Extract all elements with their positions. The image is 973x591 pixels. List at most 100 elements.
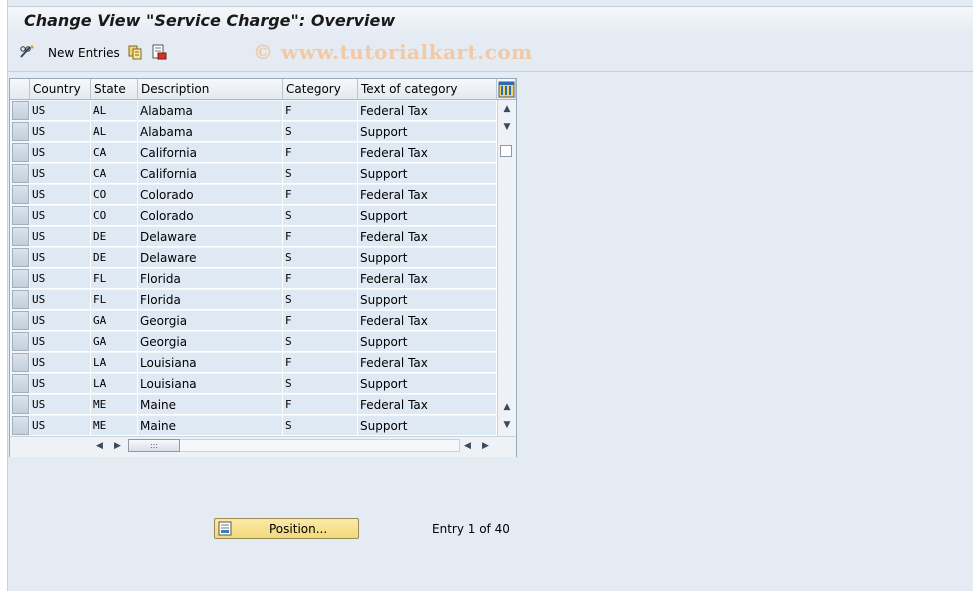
header-category[interactable]: Category	[283, 79, 358, 100]
cell-description[interactable]: Alabama	[138, 122, 283, 142]
scroll-up-arrow-icon[interactable]: ▲	[501, 103, 513, 115]
cell-state[interactable]: LA	[91, 374, 138, 394]
new-entries-button[interactable]: New Entries	[48, 43, 120, 63]
scroll-thumb[interactable]	[500, 145, 512, 157]
cell-country[interactable]: US	[30, 206, 91, 226]
cell-text-of-category[interactable]: Federal Tax	[358, 227, 497, 247]
cell-category[interactable]: S	[283, 164, 358, 184]
table-row[interactable]: US ME Maine F Federal Tax	[10, 395, 497, 416]
horizontal-scrollbar[interactable]: ◀ ▶ ::: ◀ ▶	[10, 436, 516, 457]
cell-country[interactable]: US	[30, 164, 91, 184]
cell-country[interactable]: US	[30, 269, 91, 289]
cell-country[interactable]: US	[30, 248, 91, 268]
cell-category[interactable]: F	[283, 185, 358, 205]
table-row[interactable]: US LA Louisiana F Federal Tax	[10, 353, 497, 374]
cell-state[interactable]: ME	[91, 395, 138, 415]
cell-text-of-category[interactable]: Federal Tax	[358, 101, 497, 121]
cell-category[interactable]: S	[283, 374, 358, 394]
table-row[interactable]: US LA Louisiana S Support	[10, 374, 497, 395]
cell-state[interactable]: FL	[91, 269, 138, 289]
table-row[interactable]: US AL Alabama S Support	[10, 122, 497, 143]
table-row[interactable]: US ME Maine S Support	[10, 416, 497, 437]
cell-description[interactable]: California	[138, 143, 283, 163]
cell-text-of-category[interactable]: Support	[358, 206, 497, 226]
cell-category[interactable]: S	[283, 290, 358, 310]
cell-text-of-category[interactable]: Federal Tax	[358, 311, 497, 331]
cell-category[interactable]: S	[283, 206, 358, 226]
cell-description[interactable]: Florida	[138, 269, 283, 289]
cell-category[interactable]: S	[283, 332, 358, 352]
row-selector[interactable]	[12, 311, 29, 330]
table-row[interactable]: US AL Alabama F Federal Tax	[10, 101, 497, 122]
cell-state[interactable]: CA	[91, 164, 138, 184]
select-all-column[interactable]	[10, 79, 30, 100]
cell-country[interactable]: US	[30, 353, 91, 373]
table-row[interactable]: US CA California F Federal Tax	[10, 143, 497, 164]
cell-category[interactable]: F	[283, 227, 358, 247]
scroll-page-down-arrow-icon[interactable]: ▼	[501, 419, 513, 431]
cell-text-of-category[interactable]: Federal Tax	[358, 185, 497, 205]
cell-text-of-category[interactable]: Federal Tax	[358, 353, 497, 373]
row-selector[interactable]	[12, 395, 29, 414]
cell-category[interactable]: S	[283, 122, 358, 142]
scroll-page-up-arrow-icon[interactable]: ▲	[501, 401, 513, 413]
cell-country[interactable]: US	[30, 290, 91, 310]
cell-text-of-category[interactable]: Support	[358, 164, 497, 184]
table-row[interactable]: US DE Delaware S Support	[10, 248, 497, 269]
cell-description[interactable]: Colorado	[138, 206, 283, 226]
row-selector[interactable]	[12, 248, 29, 267]
row-selector[interactable]	[12, 101, 29, 120]
row-selector[interactable]	[12, 185, 29, 204]
table-row[interactable]: US GA Georgia S Support	[10, 332, 497, 353]
cell-description[interactable]: Georgia	[138, 311, 283, 331]
cell-text-of-category[interactable]: Federal Tax	[358, 269, 497, 289]
table-settings-button[interactable]	[497, 79, 516, 100]
cell-state[interactable]: AL	[91, 122, 138, 142]
row-selector[interactable]	[12, 227, 29, 246]
table-row[interactable]: US CO Colorado F Federal Tax	[10, 185, 497, 206]
cell-description[interactable]: California	[138, 164, 283, 184]
cell-state[interactable]: AL	[91, 101, 138, 121]
cell-state[interactable]: CO	[91, 185, 138, 205]
header-state[interactable]: State	[91, 79, 138, 100]
header-description[interactable]: Description	[138, 79, 283, 100]
cell-description[interactable]: Delaware	[138, 227, 283, 247]
cell-country[interactable]: US	[30, 185, 91, 205]
table-row[interactable]: US FL Florida S Support	[10, 290, 497, 311]
delete-button[interactable]	[151, 43, 167, 63]
cell-category[interactable]: F	[283, 395, 358, 415]
cell-country[interactable]: US	[30, 311, 91, 331]
cell-country[interactable]: US	[30, 395, 91, 415]
cell-country[interactable]: US	[30, 143, 91, 163]
row-selector[interactable]	[12, 332, 29, 351]
cell-text-of-category[interactable]: Support	[358, 290, 497, 310]
cell-state[interactable]: CA	[91, 143, 138, 163]
cell-category[interactable]: F	[283, 353, 358, 373]
cell-category[interactable]: F	[283, 269, 358, 289]
table-row[interactable]: US CA California S Support	[10, 164, 497, 185]
cell-country[interactable]: US	[30, 101, 91, 121]
cell-description[interactable]: Florida	[138, 290, 283, 310]
scroll-right-arrow-icon[interactable]: ▶	[114, 441, 121, 451]
vertical-scrollbar[interactable]: ▲ ▼ ▲ ▼	[497, 100, 515, 436]
cell-country[interactable]: US	[30, 374, 91, 394]
copy-button[interactable]	[127, 43, 143, 63]
table-row[interactable]: US FL Florida F Federal Tax	[10, 269, 497, 290]
row-selector[interactable]	[12, 290, 29, 309]
cell-country[interactable]: US	[30, 416, 91, 436]
row-selector[interactable]	[12, 269, 29, 288]
cell-state[interactable]: ME	[91, 416, 138, 436]
cell-text-of-category[interactable]: Federal Tax	[358, 395, 497, 415]
table-row[interactable]: US GA Georgia F Federal Tax	[10, 311, 497, 332]
row-selector[interactable]	[12, 143, 29, 162]
cell-state[interactable]: DE	[91, 227, 138, 247]
cell-country[interactable]: US	[30, 227, 91, 247]
display-change-button[interactable]	[18, 43, 36, 63]
cell-state[interactable]: LA	[91, 353, 138, 373]
row-selector[interactable]	[12, 416, 29, 435]
cell-text-of-category[interactable]: Support	[358, 332, 497, 352]
cell-description[interactable]: Alabama	[138, 101, 283, 121]
cell-description[interactable]: Georgia	[138, 332, 283, 352]
row-selector[interactable]	[12, 206, 29, 225]
cell-category[interactable]: S	[283, 248, 358, 268]
